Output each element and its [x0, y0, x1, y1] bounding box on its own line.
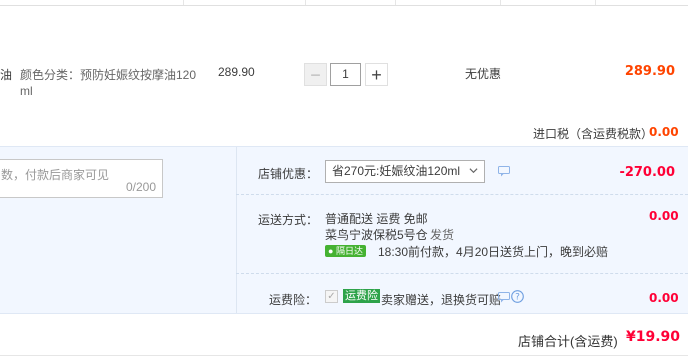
sku-label: 颜色分类：预防妊娠纹按摩油120	[20, 68, 197, 82]
header-col-divider	[395, 0, 396, 5]
insurance-label: 运费险：	[269, 293, 318, 307]
shop-discount-value: -270.00	[619, 165, 675, 180]
quantity-increase-button[interactable]: +	[365, 63, 388, 86]
header-col-divider	[595, 0, 596, 5]
subtotal: 289.90	[624, 64, 675, 79]
unit-price: 289.90	[218, 65, 255, 79]
quantity-decrease-button[interactable]: −	[304, 63, 327, 86]
sku-label-cont: ml	[20, 84, 33, 98]
shipping-warehouse: 菜鸟宁波保税5号仓	[325, 228, 428, 242]
buyer-memo-textarea[interactable]: 数，付款后商家可见 0/200	[0, 159, 163, 198]
bottom-divider	[0, 355, 688, 356]
shipping-dispatch: 发货	[430, 228, 455, 242]
quantity-input[interactable]: 1	[330, 63, 361, 86]
svg-text:?: ?	[515, 293, 520, 303]
insurance-checkbox[interactable]: ✓	[325, 290, 338, 303]
shop-total-value: ¥19.90	[626, 329, 681, 345]
discount-text: 无优惠	[465, 67, 502, 81]
options-col-divider	[236, 147, 237, 313]
shipping-label: 运送方式：	[258, 213, 319, 227]
insurance-value: 0.00	[649, 291, 679, 305]
shipping-line1: 普通配送 运费 免邮	[325, 212, 428, 226]
insurance-badge: 运费险	[343, 289, 380, 303]
row-separator	[236, 194, 688, 195]
insurance-text: 卖家赠送，退换货可赔	[381, 293, 502, 307]
shop-discount-select[interactable]: 省270元:妊娠纹油120ml	[325, 160, 485, 183]
shop-discount-label: 店铺优惠：	[258, 167, 319, 181]
ontime-badge: ● 隔日达	[325, 245, 366, 257]
tax-value: 0.00	[649, 125, 679, 139]
header-col-divider	[183, 0, 184, 5]
shop-total-label: 店铺合计(含运费)	[518, 334, 618, 349]
chat-bubble-icon[interactable]	[498, 166, 510, 177]
ontime-badge-label: 隔日达	[335, 246, 363, 256]
chat-bubble-icon[interactable]	[498, 292, 510, 303]
memo-counter: 0/200	[125, 180, 156, 194]
clock-icon: ●	[328, 246, 334, 256]
chevron-down-icon	[469, 168, 478, 174]
shipping-delivery-promise: 18:30前付款，4月20日送货上门，晚到必赔	[378, 245, 609, 259]
header-col-divider	[305, 0, 306, 5]
product-row: 油 颜色分类：预防妊娠纹按摩油120 ml 289.90 − 1 + 无优惠 2…	[0, 6, 688, 146]
row-separator	[236, 273, 688, 274]
memo-placeholder: 数，付款后商家可见	[1, 168, 110, 182]
shipping-value: 0.00	[649, 209, 679, 223]
help-icon[interactable]: ?	[511, 290, 524, 303]
product-name-fragment[interactable]: 油	[0, 66, 12, 83]
shop-total-bar: 店铺合计(含运费) ¥19.90	[0, 314, 688, 361]
shop-discount-selected: 省270元:妊娠纹油120ml	[332, 164, 461, 178]
header-col-divider	[500, 0, 501, 5]
tax-label: 进口税（含运费税款）	[533, 127, 654, 141]
